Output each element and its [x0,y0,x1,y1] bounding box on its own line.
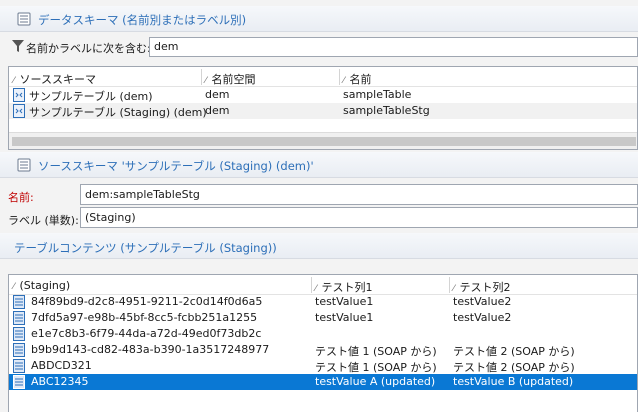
content-row[interactable]: ABDCD321 テスト値 1 (SOAP から) テスト値 2 (SOAP か… [9,358,637,374]
content-row[interactable]: e1e7c8b3-6f79-44da-a72d-49ed0f73db2c [9,326,637,342]
test-col2-cell: testValue2 [453,295,512,308]
namespace-cell: dem [205,88,230,101]
source-label-cell: サンプルテーブル (Staging) (dem) [29,106,207,119]
record-icon [13,327,25,341]
horizontal-scrollbar[interactable] [9,132,637,149]
column-header-test-col1[interactable]: ⁄ テスト列1 [315,279,373,295]
source-schema-title: ソーススキーマ 'サンプルテーブル (Staging) (dem)' [38,159,314,173]
data-schema-header: データスキーマ (名前別またはラベル別) [0,6,638,32]
source-label-cell: サンプルテーブル (dem) [29,90,153,103]
record-id-cell: b9b9d143-cd82-483a-b390-1a3517248977 [31,343,270,356]
table-content-grid: ⁄ (Staging) ⁄ テスト列1 ⁄ テスト列2 84f89bd9-d2c8-4… [8,274,638,412]
content-grid-header: ⁄ (Staging) ⁄ テスト列1 ⁄ テスト列2 [9,275,637,295]
name-label: 名前: [8,191,34,204]
record-id-cell: 84f89bd9-d2c8-4951-9211-2c0d14f0d6a5 [31,295,263,308]
source-schema-grid: ⁄ ソーススキーマ ⁄ 名前空間 ⁄ 名前 サンプルテーブル (dem) dem sa… [8,66,638,150]
label-singular-label: ラベル (単数): [8,214,79,227]
test-col1-cell: testValue A (updated) [315,375,436,388]
namespace-cell: dem [205,104,230,117]
table-content-header: テーブルコンテンツ (サンプルテーブル (Staging)) [0,233,638,259]
record-icon [13,375,25,389]
column-header-test-col2[interactable]: ⁄ テスト列2 [453,279,511,295]
test-col1-cell: testValue1 [315,311,374,324]
column-header-source-schema[interactable]: ⁄ ソーススキーマ [13,71,96,87]
name-field[interactable]: dem:sampleTableStg [80,184,638,205]
test-col1-cell: testValue1 [315,295,374,308]
filter-row: 名前かラベルに次を含む: dem [0,34,638,60]
test-col2-cell: テスト値 2 (SOAP から) [453,361,575,374]
test-col1-cell: テスト値 1 (SOAP から) [315,361,437,374]
name-cell: sampleTableStg [343,104,430,117]
data-schema-title: データスキーマ (名前別またはラベル別) [38,13,247,27]
source-grid-row[interactable]: サンプルテーブル (dem) dem sampleTable [9,87,637,103]
filter-input[interactable]: dem [149,37,638,57]
content-row[interactable]: b9b9d143-cd82-483a-b390-1a3517248977 テスト… [9,342,637,358]
column-header-namespace[interactable]: ⁄ 名前空間 [205,71,256,87]
test-col1-cell: テスト値 1 (SOAP から) [315,345,437,358]
table-row-icon [13,104,25,118]
test-col2-cell: テスト値 2 (SOAP から) [453,345,575,358]
record-id-cell: e1e7c8b3-6f79-44da-a72d-49ed0f73db2c [31,327,262,340]
schema-icon [17,158,31,172]
record-id-cell: 7dfd5a97-e98b-45bf-8cc5-fcbb251a1255 [31,311,258,324]
test-col2-cell: testValue2 [453,311,512,324]
column-header-staging[interactable]: ⁄ (Staging) [13,279,70,292]
content-row-selected[interactable]: ABC12345 testValue A (updated) testValue… [9,374,637,390]
record-icon [13,359,25,373]
record-id-cell: ABDCD321 [31,359,92,372]
record-icon [13,311,25,325]
content-row[interactable]: 84f89bd9-d2c8-4951-9211-2c0d14f0d6a5 tes… [9,294,637,310]
record-id-cell: ABC12345 [31,375,89,388]
source-grid-header: ⁄ ソーススキーマ ⁄ 名前空間 ⁄ 名前 [9,67,637,87]
record-icon [13,295,25,309]
source-schema-header: ソーススキーマ 'サンプルテーブル (Staging) (dem)' [0,152,638,178]
test-col2-cell: testValue B (updated) [453,375,574,388]
schema-icon [17,12,31,26]
label-singular-field[interactable]: (Staging) [80,207,638,228]
filter-icon [12,40,24,52]
filter-label: 名前かラベルに次を含む: [26,42,151,55]
column-header-name[interactable]: ⁄ 名前 [343,71,372,87]
table-content-title: テーブルコンテンツ (サンプルテーブル (Staging)) [14,241,277,255]
content-row[interactable]: 7dfd5a97-e98b-45bf-8cc5-fcbb251a1255 tes… [9,310,637,326]
record-icon [13,343,25,357]
table-row-icon [13,88,25,102]
source-grid-row[interactable]: サンプルテーブル (Staging) (dem) dem sampleTable… [9,103,637,119]
name-cell: sampleTable [343,88,412,101]
